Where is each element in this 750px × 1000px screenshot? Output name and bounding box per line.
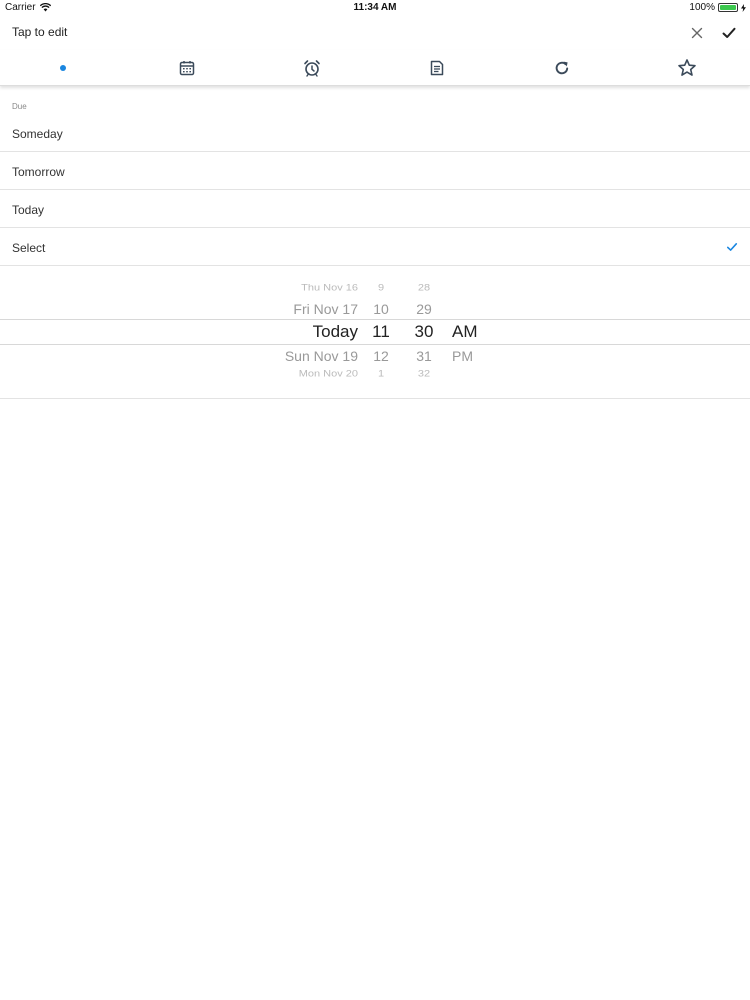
- status-right: 100%: [689, 2, 746, 13]
- battery-icon: [718, 3, 738, 12]
- picker-minute-item[interactable]: 29: [408, 301, 440, 317]
- status-bar: Carrier 11:34 AM 100%: [0, 0, 750, 16]
- picker-minute-item[interactable]: 31: [408, 348, 440, 364]
- status-time: 11:34 AM: [353, 2, 397, 13]
- due-section-label: Due: [12, 102, 27, 111]
- toolbar-reminder-tab[interactable]: [300, 56, 324, 80]
- toolbar-calendar-tab[interactable]: [175, 56, 199, 80]
- due-option-tomorrow[interactable]: Tomorrow: [0, 152, 750, 190]
- due-option-today[interactable]: Today: [0, 190, 750, 228]
- picker-day-column[interactable]: Thu Nov 16 Fri Nov 17 Today Sun Nov 19 M…: [220, 267, 358, 398]
- picker-minute-selected[interactable]: 30: [408, 322, 440, 342]
- picker-day-item[interactable]: Sun Nov 19: [285, 348, 358, 364]
- toolbar-note-tab[interactable]: [425, 56, 449, 80]
- picker-day-selected[interactable]: Today: [313, 322, 358, 342]
- picker-hour-selected[interactable]: 11: [366, 322, 396, 342]
- picker-hour-item[interactable]: 10: [366, 301, 396, 317]
- picker-ampm-item[interactable]: PM: [452, 348, 473, 364]
- repeat-icon: [555, 61, 569, 75]
- picker-day-item[interactable]: Thu Nov 16: [301, 283, 358, 293]
- dot-indicator-icon: [60, 65, 66, 71]
- due-option-select[interactable]: Select: [0, 228, 750, 266]
- picker-hour-item[interactable]: 1: [366, 369, 396, 379]
- close-icon: [691, 27, 703, 39]
- toolbar-repeat-tab[interactable]: [550, 56, 574, 80]
- picker-ampm-selected[interactable]: AM: [452, 322, 478, 342]
- due-option-list: Someday Tomorrow Today Select: [0, 114, 750, 266]
- toolbar: [0, 50, 750, 86]
- selected-check-icon: [727, 243, 738, 251]
- checkmark-icon: [722, 27, 736, 38]
- picker-hour-column[interactable]: 9 10 11 12 1: [366, 267, 396, 398]
- picker-ampm-column[interactable]: AM PM: [450, 267, 490, 398]
- picker-minute-item[interactable]: 28: [408, 283, 440, 293]
- star-icon: [678, 59, 696, 76]
- confirm-button[interactable]: [720, 24, 738, 42]
- picker-day-item[interactable]: Mon Nov 20: [299, 369, 358, 379]
- option-label: Today: [12, 203, 45, 217]
- option-label: Someday: [12, 127, 63, 141]
- charging-icon: [741, 3, 746, 12]
- option-label: Tomorrow: [12, 165, 65, 179]
- picker-hour-item[interactable]: 12: [366, 348, 396, 364]
- battery-percent: 100%: [689, 2, 715, 13]
- header: Tap to edit: [0, 16, 750, 50]
- header-title[interactable]: Tap to edit: [12, 25, 67, 39]
- toolbar-due-tab[interactable]: [51, 56, 75, 80]
- picker-day-item[interactable]: Fri Nov 17: [293, 301, 358, 317]
- close-button[interactable]: [688, 24, 706, 42]
- battery-fill: [720, 5, 736, 10]
- option-label: Select: [12, 241, 46, 255]
- calendar-icon: [179, 61, 195, 76]
- date-time-picker[interactable]: Thu Nov 16 Fri Nov 17 Today Sun Nov 19 M…: [0, 267, 750, 399]
- picker-minute-item[interactable]: 32: [408, 369, 440, 379]
- alarm-clock-icon: [304, 60, 320, 77]
- due-option-someday[interactable]: Someday: [0, 114, 750, 152]
- toolbar-star-tab[interactable]: [675, 56, 699, 80]
- picker-minute-column[interactable]: 28 29 30 31 32: [408, 267, 440, 398]
- picker-hour-item[interactable]: 9: [366, 283, 396, 293]
- note-icon: [430, 60, 444, 76]
